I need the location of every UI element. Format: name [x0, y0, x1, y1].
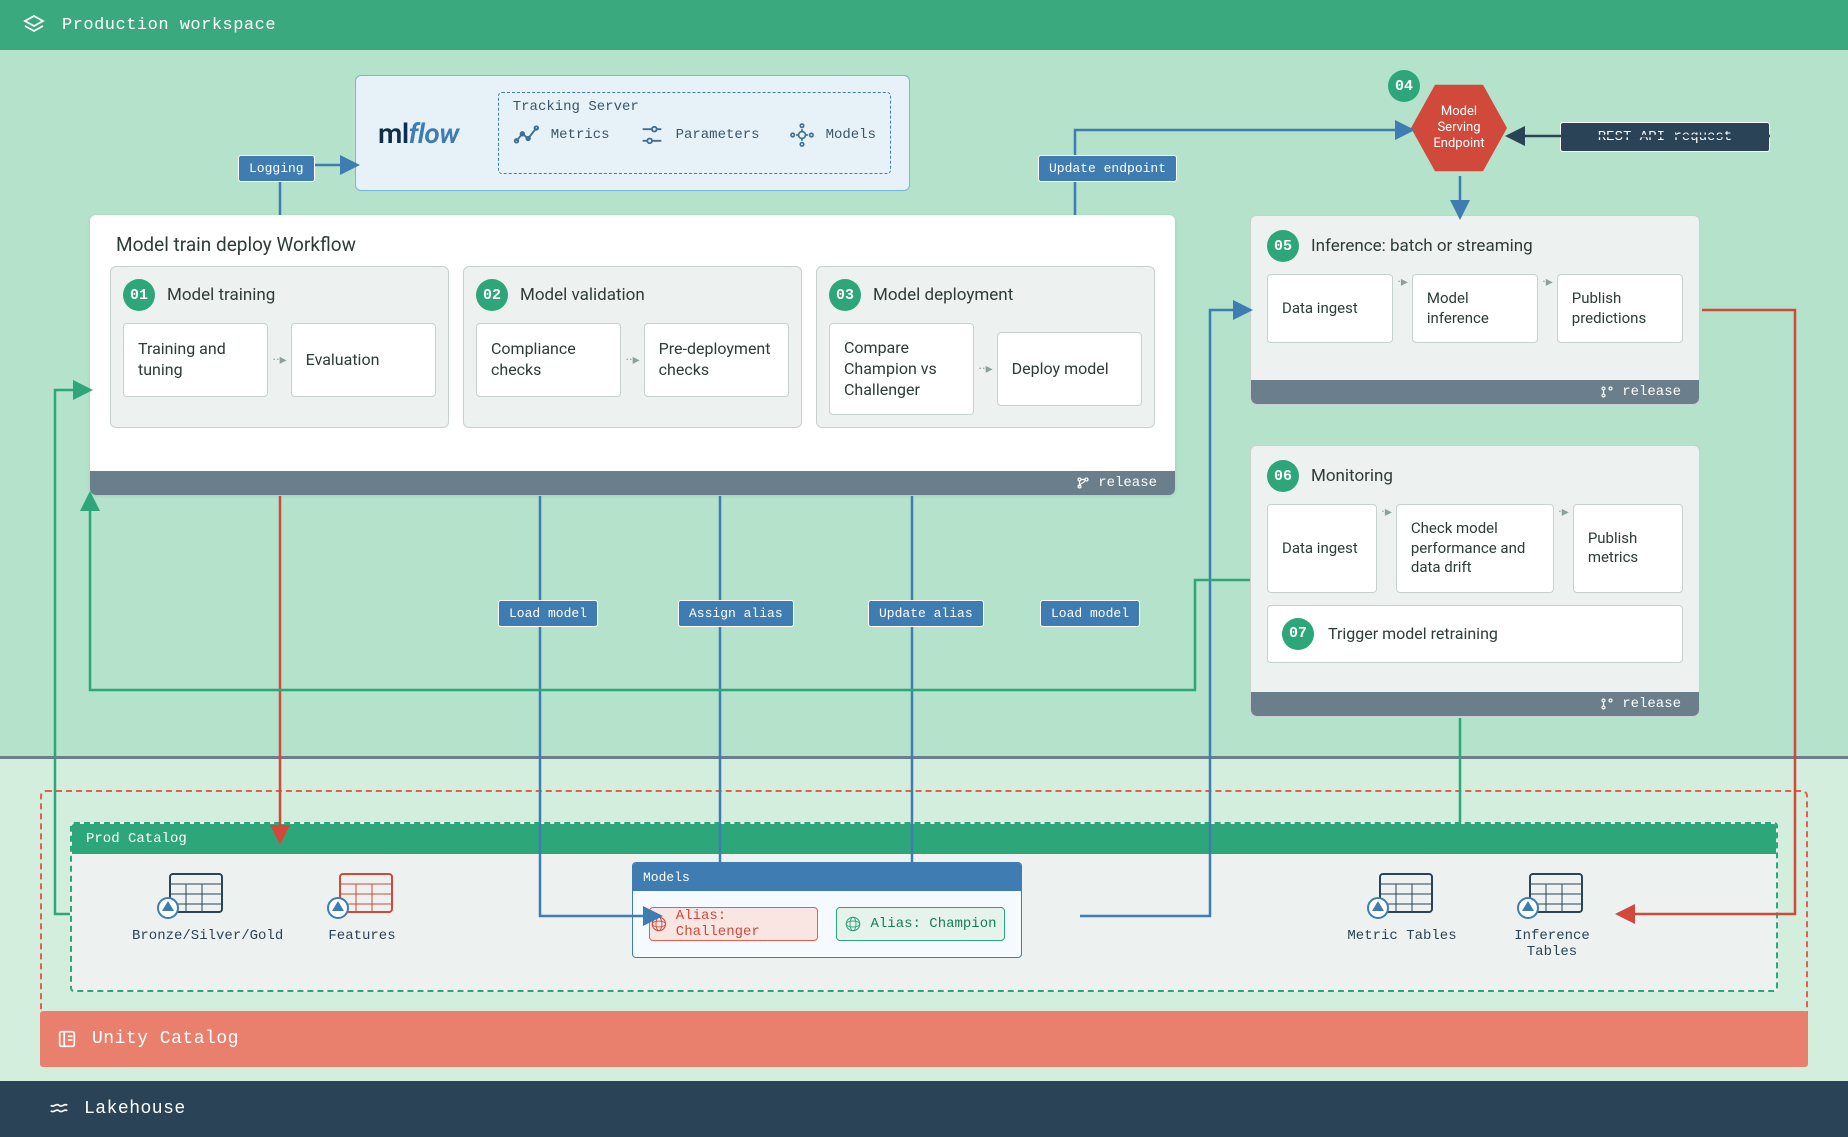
step-predeploy: Pre-deployment checks: [644, 323, 789, 397]
stage-title: Model training: [167, 285, 275, 305]
step-compliance: Compliance checks: [476, 323, 621, 397]
arrow-icon: ··▸: [625, 352, 639, 368]
topbar: Production workspace: [0, 0, 1848, 50]
badge-03: 03: [829, 279, 861, 311]
parameters-icon: [638, 121, 666, 149]
unity-title: Unity Catalog: [92, 1029, 239, 1049]
step-model-inference: Model inference: [1412, 274, 1538, 343]
label-load-model-l: Load model: [498, 600, 598, 627]
prod-catalog: Prod Catalog Bronze/Silver/Gold Features…: [70, 822, 1778, 992]
track-models: Models: [788, 121, 876, 149]
badge-01: 01: [123, 279, 155, 311]
metrics-icon: [513, 121, 541, 149]
badge-06: 06: [1267, 460, 1299, 492]
catalog-features: Features: [302, 868, 422, 944]
unity-catalog-bar: Unity Catalog: [40, 1011, 1808, 1067]
card05-title: Inference: batch or streaming: [1311, 236, 1533, 256]
arrow-icon: ·▸: [1558, 504, 1569, 593]
tracking-server: Tracking Server Metrics Parameters Model…: [498, 92, 891, 174]
zone-divider: [0, 756, 1848, 759]
arrow-icon: ·▸: [1542, 274, 1553, 343]
table-icon: [1516, 868, 1588, 920]
branch-icon: [1600, 697, 1614, 711]
stage-title: Model validation: [520, 285, 645, 305]
models-box: Models Alias: Challenger Alias: Champion: [632, 862, 1022, 958]
table-icon: [156, 868, 228, 920]
serving-label: Model Serving Endpoint: [1433, 104, 1484, 153]
models-icon: [788, 121, 816, 149]
step-evaluation: Evaluation: [291, 323, 436, 397]
step-check-drift: Check model performance and data drift: [1396, 504, 1554, 593]
arrow-icon: ··▸: [272, 352, 286, 368]
stage-model-validation: 02 Model validation Compliance checks ··…: [463, 266, 802, 428]
prod-catalog-title: Prod Catalog: [72, 824, 1776, 854]
workflow-title: Model train deploy Workflow: [90, 215, 1175, 266]
badge-07: 07: [1282, 618, 1314, 650]
sphere-icon: [650, 915, 668, 933]
step-compare: Compare Champion vs Challenger: [829, 323, 974, 415]
workflow-card: Model train deploy Workflow 01 Model tra…: [90, 215, 1175, 495]
step-data-ingest: Data ingest: [1267, 274, 1393, 343]
release-bar: release: [1251, 380, 1699, 404]
stage-model-deployment: 03 Model deployment Compare Champion vs …: [816, 266, 1155, 428]
badge-02: 02: [476, 279, 508, 311]
card06-title: Monitoring: [1311, 466, 1393, 486]
lakehouse-title: Lakehouse: [84, 1099, 186, 1119]
trigger-label: Trigger model retraining: [1328, 624, 1498, 643]
step-publish-predictions: Publish predictions: [1557, 274, 1683, 343]
layers-icon: [22, 13, 46, 37]
sphere-icon: [844, 915, 862, 933]
book-icon: [56, 1028, 78, 1050]
topbar-title: Production workspace: [62, 16, 276, 35]
arrow-icon: ·▸: [1397, 274, 1408, 343]
step-publish-metrics: Publish metrics: [1573, 504, 1683, 593]
step-deploy: Deploy model: [997, 332, 1142, 406]
label-update-endpoint: Update endpoint: [1038, 155, 1177, 182]
label-update-alias: Update alias: [868, 600, 984, 627]
badge-04: 04: [1388, 70, 1420, 102]
catalog-bronze: Bronze/Silver/Gold: [132, 868, 252, 944]
lakehouse-bar: Lakehouse: [0, 1081, 1848, 1137]
label-assign-alias: Assign alias: [678, 600, 794, 627]
track-parameters: Parameters: [638, 121, 760, 149]
arrow-icon: ··▸: [978, 361, 992, 377]
mlflow-logo: mlflow: [378, 117, 488, 150]
branch-icon: [1076, 476, 1090, 490]
alias-champion: Alias: Champion: [836, 907, 1005, 941]
catalog-inference-tables: Inference Tables: [1492, 868, 1612, 960]
branch-icon: [1600, 385, 1614, 399]
arrow-icon: ·▸: [1381, 504, 1392, 593]
mlflow-box: mlflow Tracking Server Metrics Parameter…: [355, 75, 910, 191]
catalog-metric-tables: Metric Tables: [1342, 868, 1462, 944]
stage-model-training: 01 Model training Training and tuning ··…: [110, 266, 449, 428]
serving-endpoint: Model Serving Endpoint: [1411, 80, 1507, 176]
track-metrics: Metrics: [513, 121, 610, 149]
waves-icon: [48, 1098, 70, 1120]
card-monitoring: 06 Monitoring Data ingest ·▸ Check model…: [1250, 445, 1700, 717]
step-data-ingest: Data ingest: [1267, 504, 1377, 593]
badge-05: 05: [1267, 230, 1299, 262]
table-icon: [326, 868, 398, 920]
trigger-retraining: 07 Trigger model retraining: [1267, 605, 1683, 663]
models-title: Models: [633, 863, 1021, 891]
card-inference: 05 Inference: batch or streaming Data in…: [1250, 215, 1700, 405]
rest-api-label: REST API request: [1560, 122, 1770, 152]
alias-challenger: Alias: Challenger: [649, 907, 818, 941]
stage-title: Model deployment: [873, 285, 1013, 305]
label-logging: Logging: [238, 155, 315, 182]
tracking-title: Tracking Server: [513, 99, 876, 115]
table-icon: [1366, 868, 1438, 920]
label-load-model-r: Load model: [1040, 600, 1140, 627]
step-training-tuning: Training and tuning: [123, 323, 268, 397]
release-bar: release: [1251, 692, 1699, 716]
release-bar: release: [90, 471, 1175, 495]
